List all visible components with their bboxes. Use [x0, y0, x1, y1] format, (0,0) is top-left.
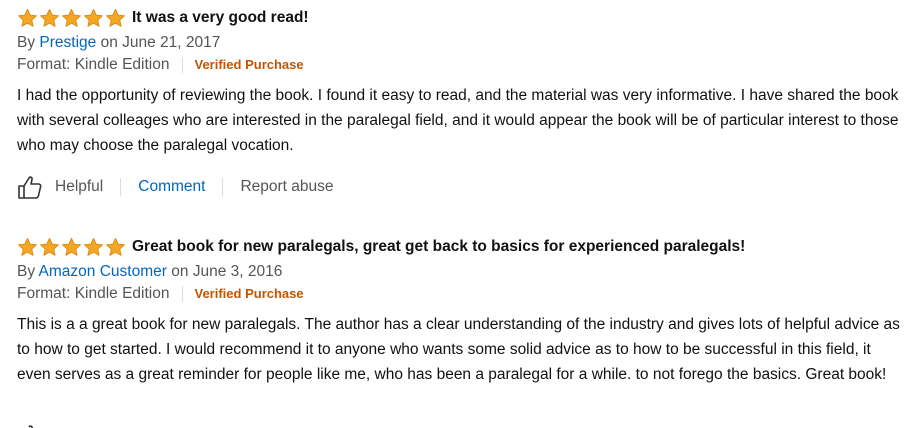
review-date: on June 21, 2017	[100, 34, 221, 51]
separator	[181, 286, 183, 302]
review-title-row: Great book for new paralegals, great get…	[17, 235, 902, 259]
review-byline: By Amazon Customer on June 3, 2016	[17, 261, 902, 283]
star-icon	[62, 237, 81, 256]
divider	[120, 178, 122, 196]
star-rating	[17, 237, 127, 258]
star-icon	[106, 8, 125, 27]
by-label: By	[17, 263, 36, 280]
review-format-row: Format: Kindle Edition Verified Purchase	[17, 54, 902, 76]
star-rating	[17, 8, 127, 29]
report-abuse-link[interactable]: Report abuse	[240, 178, 333, 196]
review-2: Great book for new paralegals, great get…	[17, 235, 902, 387]
helpful-button[interactable]: Helpful	[55, 178, 103, 196]
by-label: By	[17, 34, 36, 51]
separator	[181, 57, 183, 73]
review-body: This is a a great book for new paralegal…	[17, 316, 900, 383]
review-1: It was a very good read! By Prestige on …	[17, 6, 902, 158]
review-title[interactable]: It was a very good read!	[132, 9, 309, 27]
review-title-row: It was a very good read!	[17, 6, 902, 30]
star-icon	[18, 237, 37, 256]
star-icon	[84, 8, 103, 27]
review-format[interactable]: Format: Kindle Edition	[17, 283, 170, 305]
thumbs-up-icon[interactable]	[17, 174, 43, 200]
verified-purchase-badge: Verified Purchase	[194, 286, 304, 301]
review-format-row: Format: Kindle Edition Verified Purchase	[17, 283, 902, 305]
star-icon	[106, 237, 125, 256]
review-author-link[interactable]: Amazon Customer	[39, 263, 167, 280]
review-actions: Helpful Comment Report abuse	[17, 172, 334, 202]
review-title[interactable]: Great book for new paralegals, great get…	[132, 238, 745, 256]
review-date: on June 3, 2016	[171, 263, 283, 280]
star-icon	[40, 8, 59, 27]
verified-purchase-badge: Verified Purchase	[194, 57, 304, 72]
thumbs-up-icon[interactable]	[17, 423, 41, 428]
review-author-link[interactable]: Prestige	[39, 34, 96, 51]
review-body: I had the opportunity of reviewing the b…	[17, 87, 899, 154]
star-icon	[18, 8, 37, 27]
review-byline: By Prestige on June 21, 2017	[17, 32, 902, 54]
star-icon	[84, 237, 103, 256]
divider	[222, 178, 224, 196]
comment-link[interactable]: Comment	[138, 178, 205, 196]
review-format[interactable]: Format: Kindle Edition	[17, 54, 170, 76]
star-icon	[40, 237, 59, 256]
star-icon	[62, 8, 81, 27]
